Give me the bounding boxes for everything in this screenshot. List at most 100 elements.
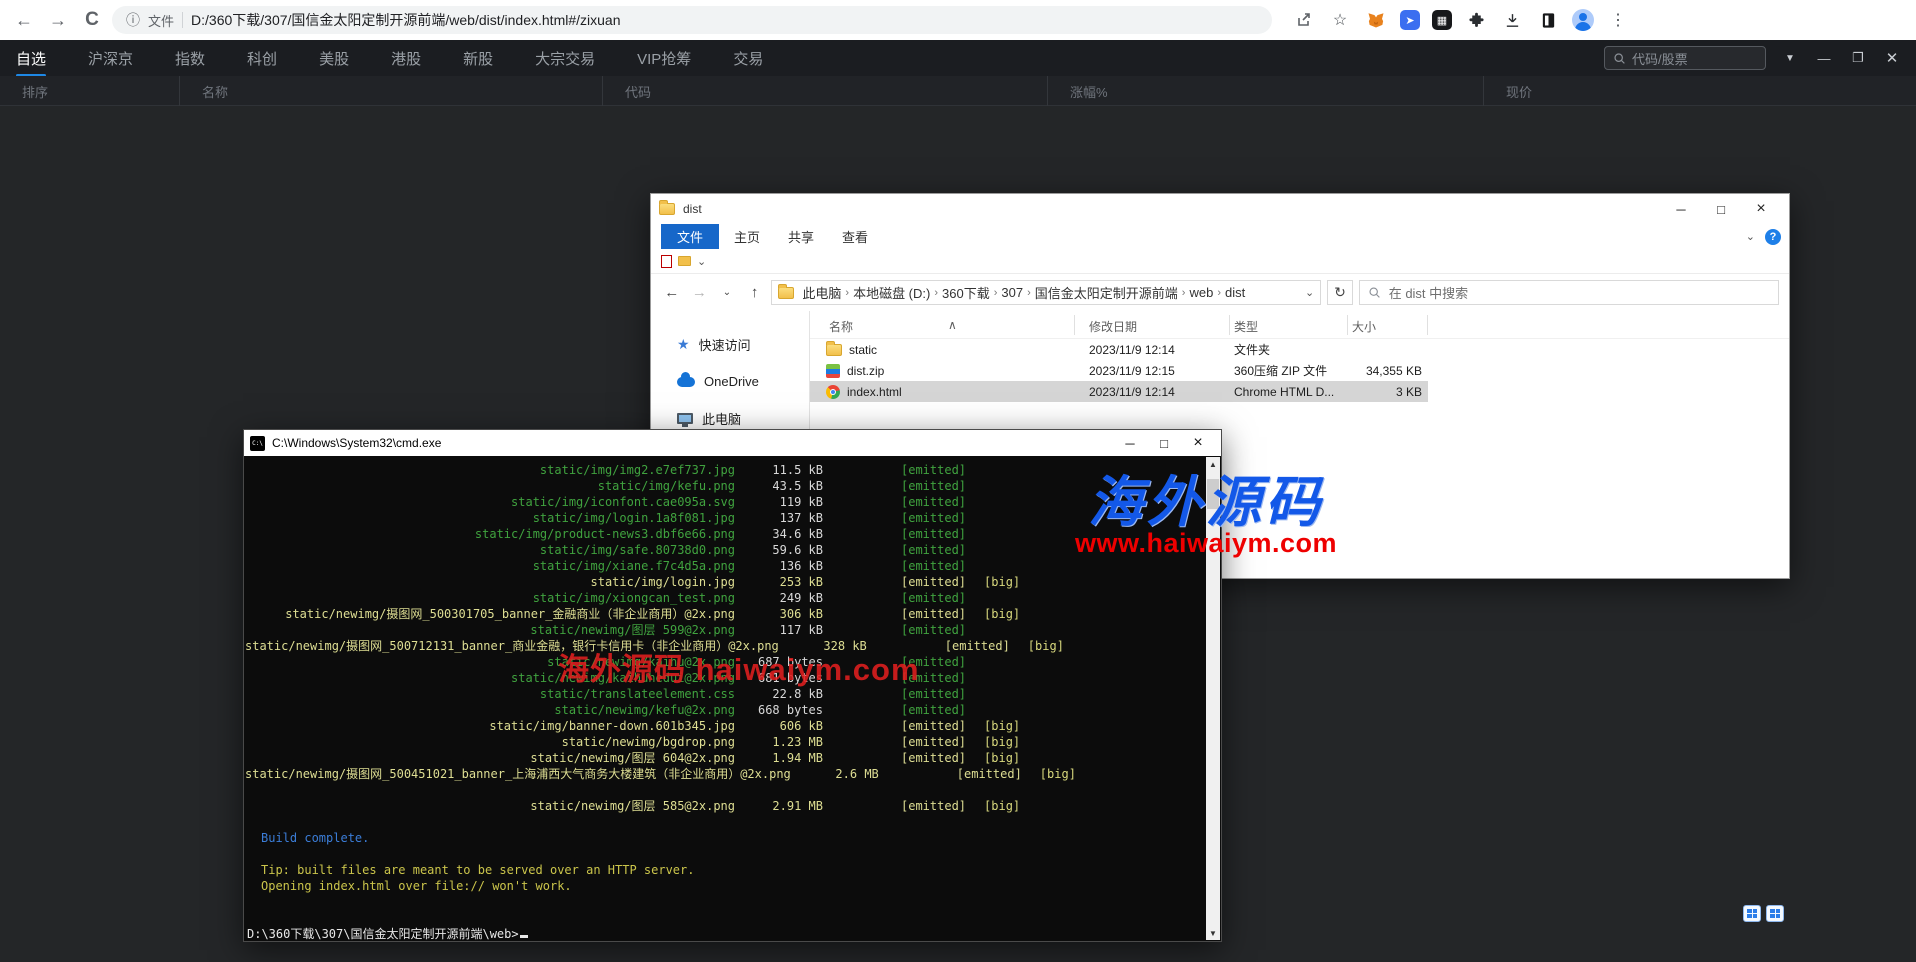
breadcrumb-item[interactable]: 307 [997,283,1027,302]
file-row-static[interactable]: static2023/11/9 12:14文件夹 [810,339,1789,360]
sidebar-item-OneDrive[interactable]: OneDrive [651,368,809,395]
file-row-dist.zip[interactable]: dist.zip2023/11/9 12:15360压缩 ZIP 文件34,35… [810,360,1789,381]
url-text[interactable]: D:/360下载/307/国信金太阳定制开源前端/web/dist/index.… [191,10,620,30]
downloads-icon[interactable] [1500,8,1524,32]
share-icon[interactable] [1292,8,1316,32]
app-minimize-icon[interactable]: — [1814,51,1834,66]
breadcrumb-item[interactable]: dist [1221,283,1249,302]
tab-新股[interactable]: 新股 [461,42,495,75]
console-cursor [520,935,528,938]
breadcrumb-item[interactable]: 此电脑 [798,281,845,304]
floating-widget [1743,905,1784,922]
customize-toolbar-icon[interactable]: ⌄ [697,255,706,268]
table-tool-icon[interactable] [1743,905,1761,922]
reload-icon[interactable]: C [78,6,106,34]
browser-toolbar: ← → C ⓘ 文件 D:/360下载/307/国信金太阳定制开源前端/web/… [0,0,1916,40]
address-dropdown-icon[interactable]: ⌄ [1305,286,1314,299]
explorer-back-icon[interactable]: ← [661,284,683,301]
breadcrumb-item[interactable]: 360下载 [938,281,994,304]
cmd-minimize-icon[interactable]: ─ [1113,432,1147,454]
forward-icon[interactable]: → [44,6,72,34]
column-header-代码[interactable]: 代码 [603,76,1048,106]
explorer-search-input[interactable]: 在 dist 中搜索 [1359,280,1779,305]
tab-自选[interactable]: 自选 [14,42,48,75]
tab-港股[interactable]: 港股 [389,42,423,75]
menu-查看[interactable]: 查看 [829,224,881,249]
grid-tool-icon[interactable] [1766,905,1784,922]
column-separator[interactable] [1074,315,1075,335]
console-blank-line [245,894,1206,910]
console-asset-line: static/newimg/图层 585@2x.png 2.91 MB[emit… [245,798,1206,814]
column-header-现价[interactable]: 现价 [1484,76,1914,106]
menu-共享[interactable]: 共享 [775,224,827,249]
extensions-puzzle-icon[interactable] [1464,8,1488,32]
sidebar-item-label: OneDrive [704,374,759,389]
menu-文件[interactable]: 文件 [661,224,719,249]
profile-avatar[interactable] [1572,9,1594,31]
help-icon[interactable]: ? [1765,229,1781,245]
zip-archive-icon [826,364,840,378]
app-restore-icon[interactable]: ❐ [1848,50,1868,66]
ribbon-collapse-icon[interactable]: ⌄ [1746,230,1755,243]
back-icon[interactable]: ← [10,6,38,34]
refresh-icon[interactable]: ↻ [1327,280,1353,305]
browser-menu-icon[interactable]: ⋮ [1606,8,1630,32]
up-folder-icon[interactable]: ↑ [744,284,766,301]
history-dropdown-icon[interactable]: ⌄ [716,287,738,298]
console-asset-line: static/img/product-news3.dbf6e66.png 34.… [245,526,1206,542]
tab-科创[interactable]: 科创 [245,42,279,75]
column-separator[interactable] [1427,315,1428,335]
translate-extension-icon[interactable]: ➤ [1400,10,1420,30]
cmd-close-icon[interactable]: × [1181,432,1215,454]
explorer-breadcrumb-bar[interactable]: 此电脑›本地磁盘 (D:)›360下载›307›国信金太阳定制开源前端›web›… [771,280,1321,305]
column-header-涨幅%[interactable]: 涨幅% [1048,76,1484,106]
new-folder-icon[interactable] [678,256,691,266]
tab-VIP抢筹[interactable]: VIP抢筹 [635,42,693,75]
list-column-类型[interactable]: 类型 [1234,318,1258,335]
breadcrumb-item[interactable]: 国信金太阳定制开源前端 [1031,281,1182,304]
bookmark-star-icon[interactable]: ☆ [1328,8,1352,32]
scroll-up-icon[interactable]: ▲ [1206,457,1220,471]
tab-美股[interactable]: 美股 [317,42,351,75]
app-close-icon[interactable]: ✕ [1882,49,1902,67]
tab-沪深京[interactable]: 沪深京 [86,42,135,75]
menu-主页[interactable]: 主页 [721,224,773,249]
address-bar[interactable]: ⓘ 文件 D:/360下载/307/国信金太阳定制开源前端/web/dist/i… [112,6,1272,34]
list-column-大小[interactable]: 大小 [1352,318,1376,335]
tab-大宗交易[interactable]: 大宗交易 [533,42,597,75]
column-header-名称[interactable]: 名称 [180,76,603,106]
grid-extension-icon[interactable]: ▦ [1432,10,1452,30]
stock-search-input[interactable]: 代码/股票 [1604,46,1766,70]
tab-指数[interactable]: 指数 [173,42,207,75]
column-header-排序[interactable]: 排序 [0,76,180,106]
column-separator[interactable] [1229,315,1230,335]
list-column-修改日期[interactable]: 修改日期 [1089,318,1137,335]
dropdown-arrow-icon[interactable]: ▼ [1780,53,1800,64]
tab-交易[interactable]: 交易 [731,42,765,75]
properties-icon[interactable] [661,255,672,268]
explorer-minimize-icon[interactable]: ─ [1661,196,1701,222]
console-scrollbar[interactable]: ▲ ▼ [1206,457,1220,940]
cmd-maximize-icon[interactable]: □ [1147,432,1181,454]
explorer-forward-icon[interactable]: → [689,284,711,301]
metamask-icon[interactable] [1364,8,1388,32]
explorer-close-icon[interactable]: × [1741,196,1781,222]
cmd-titlebar[interactable]: C:\ C:\Windows\System32\cmd.exe ─ □ × [244,430,1221,456]
scroll-down-icon[interactable]: ▼ [1206,926,1220,940]
explorer-titlebar[interactable]: dist ─ □ × [651,194,1789,224]
folder-icon [659,203,675,215]
sidebar-item-快速访问[interactable]: ★快速访问 [651,329,809,360]
cmd-window-buttons: ─ □ × [1113,432,1215,454]
list-column-名称[interactable]: 名称 [829,318,853,335]
breadcrumb-item[interactable]: web [1185,283,1217,302]
explorer-maximize-icon[interactable]: □ [1701,196,1741,222]
console-asset-line: static/img/banner-down.601b345.jpg 606 k… [245,718,1206,734]
page-info-icon[interactable]: ⓘ [126,10,140,30]
breadcrumb-item[interactable]: 本地磁盘 (D:) [849,281,934,304]
file-row-index.html[interactable]: index.html2023/11/9 12:14Chrome HTML D..… [810,381,1428,402]
console-asset-line: static/newimg/摄图网_500451021_banner_上海浦西大… [245,766,1206,782]
column-separator[interactable] [1347,315,1348,335]
scrollbar-thumb[interactable] [1207,479,1219,509]
reading-mode-icon[interactable] [1536,8,1560,32]
divider [182,12,183,28]
